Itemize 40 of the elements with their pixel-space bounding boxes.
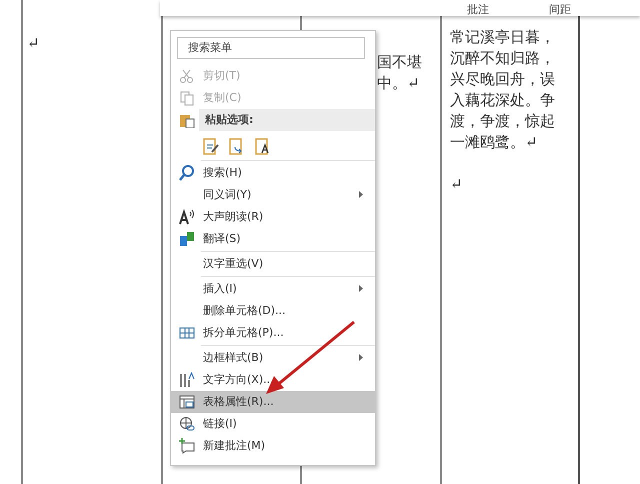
table-grid-icon [179, 324, 195, 340]
copy-icon [179, 90, 195, 106]
toolbar-button[interactable]: 批注 [465, 4, 491, 16]
cell-text: 兴尽晚回舟，误 [450, 69, 556, 90]
new-comment-icon [179, 438, 195, 454]
menu-item[interactable]: 拆分单元格(P)... [171, 322, 375, 344]
globe-link-icon [179, 416, 195, 432]
read-aloud-icon [179, 208, 195, 224]
menu-item[interactable]: 搜索(H) [171, 162, 375, 184]
menu-item[interactable]: 大声朗读(R) [171, 206, 375, 228]
menu-item[interactable]: 同义词(Y) [171, 184, 375, 206]
menu-item[interactable]: 汉字重选(V) [171, 252, 375, 274]
text-direction-icon [179, 372, 195, 388]
menu-item[interactable]: 表格属性(R)... [171, 390, 375, 412]
menu-item[interactable]: 链接(I) [171, 412, 375, 434]
cell-text: 一滩鸥鹭。↵ [450, 132, 539, 153]
search-icon [179, 164, 195, 180]
cell-text: 中。↵ [377, 73, 421, 94]
translate-icon [179, 230, 195, 246]
menu-item[interactable]: 边框样式(B) [171, 346, 375, 368]
cell-text: ↵ [450, 174, 464, 195]
menu-header: 粘贴选项: [199, 108, 375, 130]
paste-merge-icon[interactable] [229, 136, 245, 154]
menu-item[interactable]: 删除单元格(D)... [171, 300, 375, 322]
cell-text: 沉醉不知归路， [450, 48, 556, 69]
cell-text: 入藕花深处。争 [450, 90, 556, 111]
toolbar-button[interactable]: 间距 [547, 4, 573, 16]
menu-item[interactable]: 新建批注(M) [171, 434, 375, 456]
paste-keep-format-icon[interactable] [203, 136, 219, 154]
menu-item[interactable]: 翻译(S) [171, 228, 375, 250]
scissors-icon [179, 68, 195, 84]
menu-item[interactable]: 插入(I) [171, 278, 375, 300]
cell-text: 国不堪 [377, 52, 423, 73]
paste-text-only-icon[interactable] [255, 136, 271, 154]
table-properties-icon [179, 394, 195, 410]
cell-text: 常记溪亭日暮， [450, 27, 556, 48]
search-field[interactable]: 搜索菜单 [177, 36, 365, 58]
menu-item[interactable]: 文字方向(X)... [171, 368, 375, 390]
cell-text: 渡，争渡，惊起 [450, 111, 556, 132]
cell-text: ↵ [27, 33, 41, 54]
